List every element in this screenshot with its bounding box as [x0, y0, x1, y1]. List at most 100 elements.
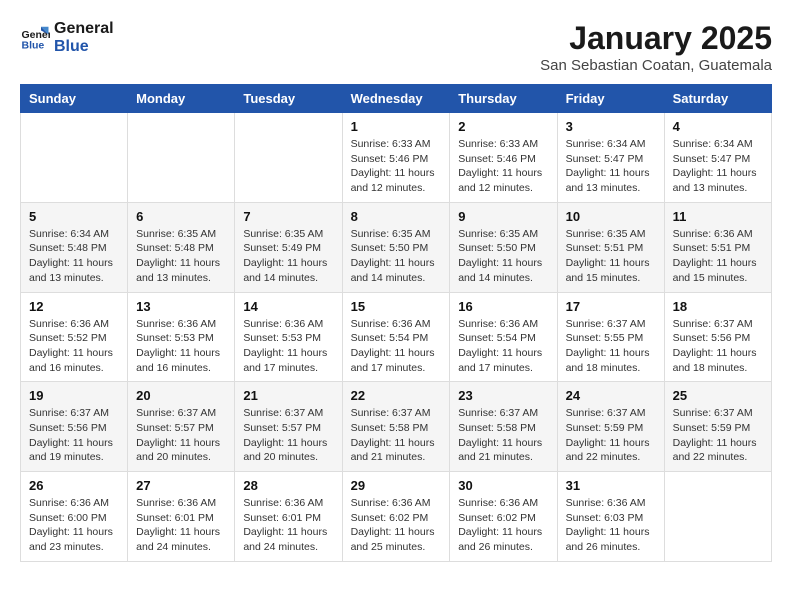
day-number: 17 — [566, 299, 656, 314]
day-info: Sunrise: 6:35 AM Sunset: 5:51 PM Dayligh… — [566, 227, 656, 286]
calendar-cell: 31 Sunrise: 6:36 AM Sunset: 6:03 PM Dayli… — [557, 472, 664, 562]
calendar-week-5: 26 Sunrise: 6:36 AM Sunset: 6:00 PM Dayli… — [21, 472, 772, 562]
day-header-tuesday: Tuesday — [235, 85, 342, 113]
day-info: Sunrise: 6:37 AM Sunset: 5:56 PM Dayligh… — [29, 406, 119, 465]
calendar-cell: 3 Sunrise: 6:34 AM Sunset: 5:47 PM Daylig… — [557, 113, 664, 203]
calendar-cell: 8 Sunrise: 6:35 AM Sunset: 5:50 PM Daylig… — [342, 202, 450, 292]
day-number: 19 — [29, 388, 119, 403]
day-info: Sunrise: 6:36 AM Sunset: 5:53 PM Dayligh… — [136, 317, 226, 376]
calendar-cell — [235, 113, 342, 203]
day-info: Sunrise: 6:36 AM Sunset: 5:52 PM Dayligh… — [29, 317, 119, 376]
calendar-cell: 17Sunrise: 6:37 AM Sunset: 5:55 PM Dayli… — [557, 292, 664, 382]
day-info: Sunrise: 6:33 AM Sunset: 5:46 PM Dayligh… — [351, 137, 442, 196]
calendar-cell: 28Sunrise: 6:36 AM Sunset: 6:01 PM Dayli… — [235, 472, 342, 562]
day-info: Sunrise: 6:35 AM Sunset: 5:48 PM Dayligh… — [136, 227, 226, 286]
day-info: Sunrise: 6:37 AM Sunset: 5:59 PM Dayligh… — [566, 406, 656, 465]
calendar-cell: 12 Sunrise: 6:36 AM Sunset: 5:52 PM Dayli… — [21, 292, 128, 382]
calendar-cell: 19 Sunrise: 6:37 AM Sunset: 5:56 PM Dayli… — [21, 382, 128, 472]
logo-blue: Blue — [54, 38, 114, 56]
logo-icon: General Blue — [20, 23, 50, 53]
calendar-cell: 22 Sunrise: 6:37 AM Sunset: 5:58 PM Dayli… — [342, 382, 450, 472]
day-number: 24 — [566, 388, 656, 403]
calendar-body: 1Sunrise: 6:33 AM Sunset: 5:46 PM Daylig… — [21, 113, 772, 562]
calendar-cell: 11Sunrise: 6:36 AM Sunset: 5:51 PM Dayli… — [664, 202, 771, 292]
day-info: Sunrise: 6:36 AM Sunset: 6:02 PM Dayligh… — [351, 496, 442, 555]
day-number: 8 — [351, 209, 442, 224]
day-info: Sunrise: 6:36 AM Sunset: 6:01 PM Dayligh… — [243, 496, 333, 555]
calendar-cell: 9 Sunrise: 6:35 AM Sunset: 5:50 PM Daylig… — [450, 202, 557, 292]
day-info: Sunrise: 6:37 AM Sunset: 5:58 PM Dayligh… — [458, 406, 548, 465]
calendar-cell: 20Sunrise: 6:37 AM Sunset: 5:57 PM Dayli… — [128, 382, 235, 472]
calendar-cell: 24 Sunrise: 6:37 AM Sunset: 5:59 PM Dayli… — [557, 382, 664, 472]
day-number: 29 — [351, 478, 442, 493]
logo: General Blue General Blue — [20, 20, 114, 55]
day-info: Sunrise: 6:34 AM Sunset: 5:48 PM Dayligh… — [29, 227, 119, 286]
day-number: 2 — [458, 119, 548, 134]
calendar-cell — [128, 113, 235, 203]
day-number: 27 — [136, 478, 226, 493]
calendar-cell: 10 Sunrise: 6:35 AM Sunset: 5:51 PM Dayli… — [557, 202, 664, 292]
day-number: 11 — [673, 209, 763, 224]
calendar-cell: 25 Sunrise: 6:37 AM Sunset: 5:59 PM Dayli… — [664, 382, 771, 472]
day-number: 4 — [673, 119, 763, 134]
day-header-thursday: Thursday — [450, 85, 557, 113]
day-number: 30 — [458, 478, 548, 493]
day-number: 15 — [351, 299, 442, 314]
calendar-cell: 29 Sunrise: 6:36 AM Sunset: 6:02 PM Dayli… — [342, 472, 450, 562]
day-number: 3 — [566, 119, 656, 134]
day-number: 26 — [29, 478, 119, 493]
day-header-saturday: Saturday — [664, 85, 771, 113]
day-info: Sunrise: 6:37 AM Sunset: 5:57 PM Dayligh… — [243, 406, 333, 465]
day-number: 10 — [566, 209, 656, 224]
day-number: 21 — [243, 388, 333, 403]
calendar-cell: 2Sunrise: 6:33 AM Sunset: 5:46 PM Daylig… — [450, 113, 557, 203]
calendar-cell: 14 Sunrise: 6:36 AM Sunset: 5:53 PM Dayli… — [235, 292, 342, 382]
calendar-cell — [21, 113, 128, 203]
calendar-cell: 13 Sunrise: 6:36 AM Sunset: 5:53 PM Dayli… — [128, 292, 235, 382]
day-number: 22 — [351, 388, 442, 403]
day-number: 13 — [136, 299, 226, 314]
day-info: Sunrise: 6:34 AM Sunset: 5:47 PM Dayligh… — [673, 137, 763, 196]
logo-general: General — [54, 20, 114, 38]
svg-text:Blue: Blue — [22, 39, 45, 51]
month-title: January 2025 — [540, 20, 772, 57]
day-number: 16 — [458, 299, 548, 314]
day-header-friday: Friday — [557, 85, 664, 113]
day-info: Sunrise: 6:37 AM Sunset: 5:58 PM Dayligh… — [351, 406, 442, 465]
calendar-cell: 15 Sunrise: 6:36 AM Sunset: 5:54 PM Dayli… — [342, 292, 450, 382]
day-header-sunday: Sunday — [21, 85, 128, 113]
calendar-cell: 7Sunrise: 6:35 AM Sunset: 5:49 PM Daylig… — [235, 202, 342, 292]
page-header: General Blue General Blue January 2025 S… — [20, 20, 772, 74]
day-info: Sunrise: 6:36 AM Sunset: 6:00 PM Dayligh… — [29, 496, 119, 555]
day-number: 18 — [673, 299, 763, 314]
day-info: Sunrise: 6:35 AM Sunset: 5:50 PM Dayligh… — [458, 227, 548, 286]
day-info: Sunrise: 6:35 AM Sunset: 5:49 PM Dayligh… — [243, 227, 333, 286]
calendar-cell: 5Sunrise: 6:34 AM Sunset: 5:48 PM Daylig… — [21, 202, 128, 292]
day-number: 25 — [673, 388, 763, 403]
day-number: 20 — [136, 388, 226, 403]
day-info: Sunrise: 6:35 AM Sunset: 5:50 PM Dayligh… — [351, 227, 442, 286]
calendar-cell: 4 Sunrise: 6:34 AM Sunset: 5:47 PM Daylig… — [664, 113, 771, 203]
day-header-wednesday: Wednesday — [342, 85, 450, 113]
calendar-cell: 21 Sunrise: 6:37 AM Sunset: 5:57 PM Dayli… — [235, 382, 342, 472]
day-info: Sunrise: 6:36 AM Sunset: 6:03 PM Dayligh… — [566, 496, 656, 555]
calendar-week-1: 1Sunrise: 6:33 AM Sunset: 5:46 PM Daylig… — [21, 113, 772, 203]
day-info: Sunrise: 6:36 AM Sunset: 5:53 PM Dayligh… — [243, 317, 333, 376]
day-info: Sunrise: 6:36 AM Sunset: 5:54 PM Dayligh… — [351, 317, 442, 376]
calendar-cell — [664, 472, 771, 562]
day-number: 12 — [29, 299, 119, 314]
day-number: 9 — [458, 209, 548, 224]
day-info: Sunrise: 6:37 AM Sunset: 5:59 PM Dayligh… — [673, 406, 763, 465]
day-header-monday: Monday — [128, 85, 235, 113]
day-info: Sunrise: 6:36 AM Sunset: 5:54 PM Dayligh… — [458, 317, 548, 376]
title-block: January 2025 San Sebastian Coatan, Guate… — [540, 20, 772, 74]
day-number: 31 — [566, 478, 656, 493]
calendar-week-3: 12 Sunrise: 6:36 AM Sunset: 5:52 PM Dayli… — [21, 292, 772, 382]
day-number: 6 — [136, 209, 226, 224]
day-info: Sunrise: 6:34 AM Sunset: 5:47 PM Dayligh… — [566, 137, 656, 196]
day-info: Sunrise: 6:37 AM Sunset: 5:56 PM Dayligh… — [673, 317, 763, 376]
calendar-header-row: SundayMondayTuesdayWednesdayThursdayFrid… — [21, 85, 772, 113]
calendar-cell: 18 Sunrise: 6:37 AM Sunset: 5:56 PM Dayli… — [664, 292, 771, 382]
calendar-table: SundayMondayTuesdayWednesdayThursdayFrid… — [20, 84, 772, 562]
day-number: 14 — [243, 299, 333, 314]
